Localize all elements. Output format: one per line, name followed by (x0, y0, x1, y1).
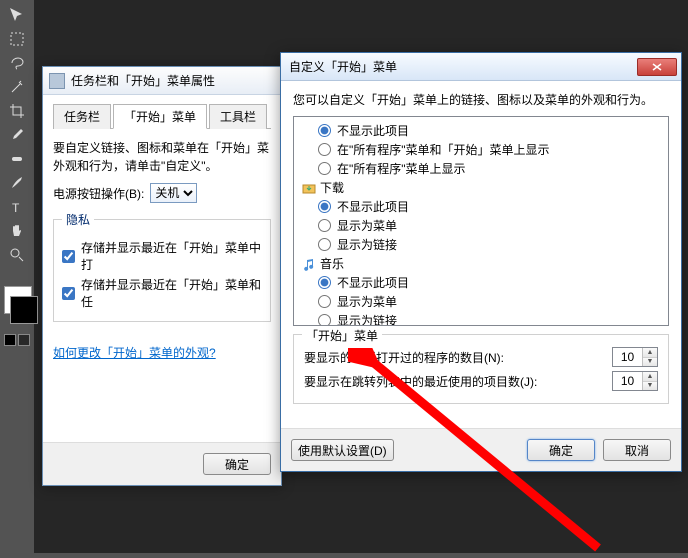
defaults-button[interactable]: 使用默认设置(D) (291, 439, 394, 461)
ok-button[interactable]: 确定 (203, 453, 271, 475)
background-swatch[interactable] (10, 296, 38, 324)
zoom-tool-icon[interactable] (3, 244, 31, 266)
quickmask-icon[interactable] (4, 334, 16, 346)
start-size-group: 「开始」菜单 要显示的最近打开过的程序的数目(N): 10 ▲▼ 要显示在跳转列… (293, 334, 669, 404)
checkbox[interactable] (62, 287, 75, 300)
privacy-check-2[interactable]: 存储并显示最近在「开始」菜单和任 (62, 276, 262, 310)
radio-option[interactable]: 显示为菜单 (296, 292, 666, 311)
eyedropper-tool-icon[interactable] (3, 124, 31, 146)
jumplist-spinner[interactable]: 10 ▲▼ (612, 371, 658, 391)
photoshop-toolbar: T (0, 0, 34, 553)
heal-tool-icon[interactable] (3, 148, 31, 170)
spin-up-icon[interactable]: ▲ (643, 372, 657, 382)
customize-start-dialog: 自定义「开始」菜单 您可以自定义「开始」菜单上的链接、图标以及菜单的外观和行为。… (280, 52, 682, 472)
type-tool-icon[interactable]: T (3, 196, 31, 218)
svg-text:T: T (12, 201, 20, 215)
wand-tool-icon[interactable] (3, 76, 31, 98)
spin-up-icon[interactable]: ▲ (643, 348, 657, 358)
window-icon (49, 73, 65, 89)
radio-option[interactable]: 显示为链接 (296, 235, 666, 254)
radio-option[interactable]: 在"所有程序"菜单上显示 (296, 159, 666, 178)
radio-option[interactable]: 不显示此项目 (296, 121, 666, 140)
privacy-check-1[interactable]: 存储并显示最近在「开始」菜单中打 (62, 239, 262, 273)
move-tool-icon[interactable] (3, 4, 31, 26)
radio-option[interactable]: 显示为菜单 (296, 216, 666, 235)
group-legend: 「开始」菜单 (302, 327, 382, 344)
recent-programs-label: 要显示的最近打开过的程序的数目(N): (304, 349, 504, 366)
radio-option[interactable]: 不显示此项目 (296, 273, 666, 292)
cancel-button[interactable]: 取消 (603, 439, 671, 461)
hint-text: 要自定义链接、图标和菜单在「开始」菜 外观和行为，请单击"自定义"。 (53, 139, 271, 175)
radio-option[interactable]: 不显示此项目 (296, 197, 666, 216)
spin-down-icon[interactable]: ▼ (643, 382, 657, 391)
crop-tool-icon[interactable] (3, 100, 31, 122)
music-icon (302, 257, 316, 271)
checkbox[interactable] (62, 250, 75, 263)
close-icon (652, 63, 662, 71)
lasso-tool-icon[interactable] (3, 52, 31, 74)
ok-button[interactable]: 确定 (527, 439, 595, 461)
group-music: 音乐 (296, 254, 666, 273)
folder-download-icon (302, 181, 316, 195)
dialog-title: 自定义「开始」菜单 (289, 58, 397, 75)
group-download: 下载 (296, 178, 666, 197)
recent-programs-spinner[interactable]: 10 ▲▼ (612, 347, 658, 367)
power-select[interactable]: 关机 (150, 183, 197, 203)
titlebar[interactable]: 任务栏和「开始」菜单属性 (43, 67, 281, 95)
brush-tool-icon[interactable] (3, 172, 31, 194)
tab-toolbar[interactable]: 工具栏 (209, 104, 267, 129)
taskbar-properties-dialog: 任务栏和「开始」菜单属性 任务栏 「开始」菜单 工具栏 要自定义链接、图标和菜单… (42, 66, 282, 486)
power-label: 电源按钮操作(B): (53, 185, 144, 202)
jumplist-label: 要显示在跳转列表中的最近使用的项目数(J): (304, 373, 537, 390)
radio-option[interactable]: 在"所有程序"菜单和「开始」菜单上显示 (296, 140, 666, 159)
tab-taskbar[interactable]: 任务栏 (53, 104, 111, 129)
hand-tool-icon[interactable] (3, 220, 31, 242)
dialog-title: 任务栏和「开始」菜单属性 (71, 72, 215, 89)
titlebar[interactable]: 自定义「开始」菜单 (281, 53, 681, 81)
help-link[interactable]: 如何更改「开始」菜单的外观? (53, 344, 216, 361)
tab-strip: 任务栏 「开始」菜单 工具栏 (53, 103, 271, 129)
radio-option[interactable]: 显示为链接 (296, 311, 666, 326)
options-tree[interactable]: 不显示此项目 在"所有程序"菜单和「开始」菜单上显示 在"所有程序"菜单上显示 … (293, 116, 669, 326)
privacy-group: 隐私 存储并显示最近在「开始」菜单中打 存储并显示最近在「开始」菜单和任 (53, 211, 271, 322)
description: 您可以自定义「开始」菜单上的链接、图标以及菜单的外观和行为。 (293, 91, 669, 108)
privacy-legend: 隐私 (62, 211, 94, 228)
spin-down-icon[interactable]: ▼ (643, 358, 657, 367)
close-button[interactable] (637, 58, 677, 76)
marquee-tool-icon[interactable] (3, 28, 31, 50)
tab-start[interactable]: 「开始」菜单 (113, 104, 207, 129)
screenmode-icon[interactable] (18, 334, 30, 346)
